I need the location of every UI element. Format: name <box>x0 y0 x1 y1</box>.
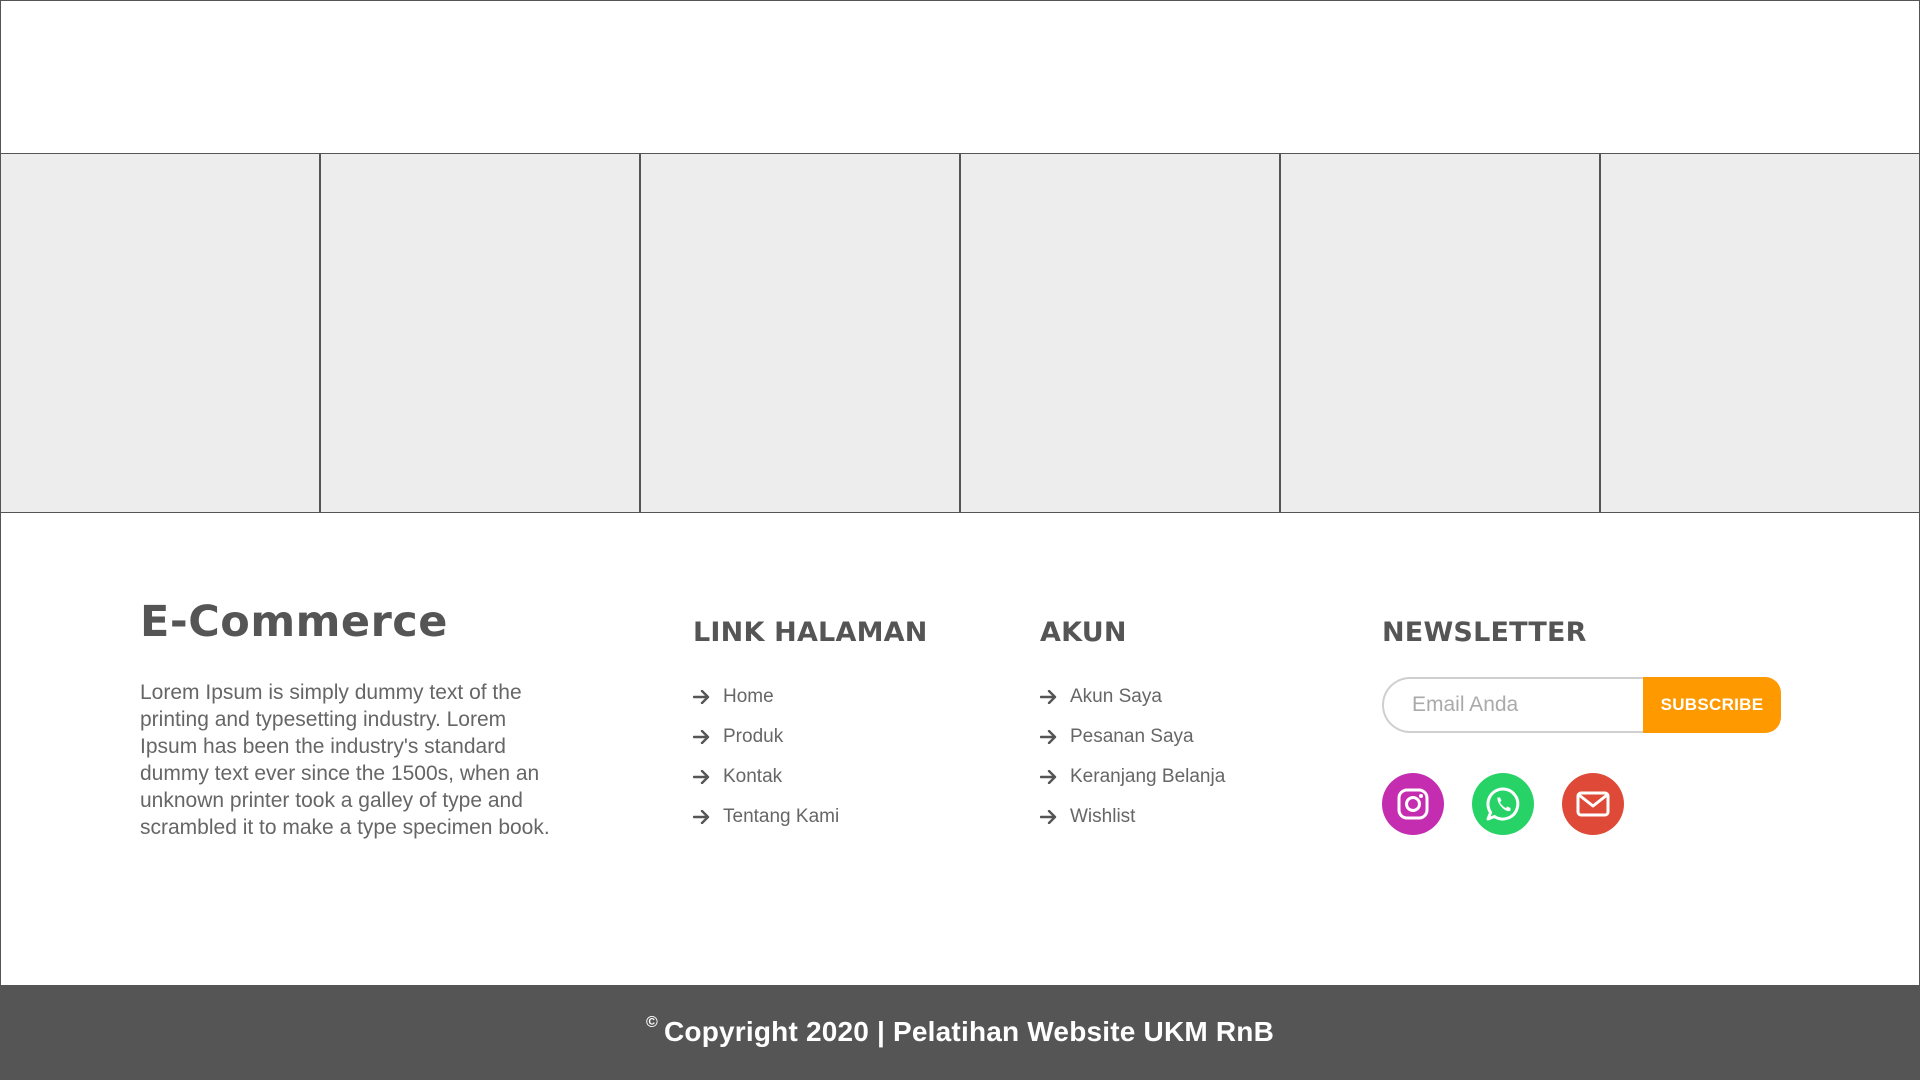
gallery-tile[interactable] <box>321 154 641 512</box>
copyright-symbol: © <box>645 1014 658 1031</box>
arrow-right-icon <box>1040 690 1057 704</box>
arrow-right-icon <box>1040 810 1057 824</box>
whatsapp-icon <box>1486 787 1520 821</box>
mail-button[interactable] <box>1562 773 1624 835</box>
footer-link-label: Akun Saya <box>1070 686 1162 707</box>
footer-link-label: Produk <box>723 726 784 747</box>
footer-link-kontak[interactable]: Kontak <box>693 757 839 797</box>
page: E-Commerce Lorem Ipsum is simply dummy t… <box>0 0 1920 1080</box>
email-input[interactable] <box>1382 677 1643 733</box>
subscribe-button[interactable]: SUBSCRIBE <box>1643 677 1781 733</box>
gallery-tile[interactable] <box>961 154 1281 512</box>
arrow-right-icon <box>693 730 710 744</box>
link-halaman-heading: LINK HALAMAN <box>693 617 928 648</box>
top-blank-area <box>1 1 1919 153</box>
footer-link-tentang-kami[interactable]: Tentang Kami <box>693 797 839 837</box>
instagram-icon <box>1397 788 1429 820</box>
newsletter-heading: NEWSLETTER <box>1382 617 1587 648</box>
gallery-tile[interactable] <box>1601 154 1919 512</box>
footer-link-label: Keranjang Belanja <box>1070 766 1226 787</box>
newsletter-form: SUBSCRIBE <box>1382 677 1781 733</box>
footer-link-label: Wishlist <box>1070 806 1136 827</box>
footer-link-pesanan-saya[interactable]: Pesanan Saya <box>1040 717 1225 757</box>
copyright-bar: © Copyright 2020 | Pelatihan Website UKM … <box>1 985 1919 1079</box>
social-links <box>1382 773 1624 835</box>
akun-heading: AKUN <box>1040 617 1127 648</box>
arrow-right-icon <box>1040 770 1057 784</box>
gallery-tile[interactable] <box>1281 154 1601 512</box>
instagram-button[interactable] <box>1382 773 1444 835</box>
akun-list: Akun Saya Pesanan Saya Keranjang Belanja… <box>1040 677 1225 837</box>
footer-link-produk[interactable]: Produk <box>693 717 839 757</box>
gallery-tile[interactable] <box>1 154 321 512</box>
footer-link-label: Tentang Kami <box>723 806 840 827</box>
footer-link-wishlist[interactable]: Wishlist <box>1040 797 1225 837</box>
copyright-label: Copyright 2020 | Pelatihan Website UKM R… <box>663 1016 1275 1047</box>
link-halaman-list: Home Produk Kontak Tentang Kami <box>693 677 839 837</box>
arrow-right-icon <box>693 770 710 784</box>
footer-link-home[interactable]: Home <box>693 677 839 717</box>
image-gallery <box>1 153 1919 513</box>
footer-link-label: Kontak <box>723 766 783 787</box>
brand-description: Lorem Ipsum is simply dummy text of the … <box>140 681 550 839</box>
footer-link-akun-saya[interactable]: Akun Saya <box>1040 677 1225 717</box>
gallery-tile[interactable] <box>641 154 961 512</box>
arrow-right-icon <box>693 690 710 704</box>
arrow-right-icon <box>693 810 710 824</box>
footer-link-keranjang-belanja[interactable]: Keranjang Belanja <box>1040 757 1225 797</box>
footer-link-label: Pesanan Saya <box>1070 726 1194 747</box>
mail-icon <box>1576 791 1610 817</box>
footer: E-Commerce Lorem Ipsum is simply dummy t… <box>1 513 1919 985</box>
footer-link-label: Home <box>723 686 774 707</box>
arrow-right-icon <box>1040 730 1057 744</box>
brand-title: E-Commerce <box>140 597 448 647</box>
copyright-text: © Copyright 2020 | Pelatihan Website UKM … <box>645 1014 1275 1048</box>
whatsapp-button[interactable] <box>1472 773 1534 835</box>
